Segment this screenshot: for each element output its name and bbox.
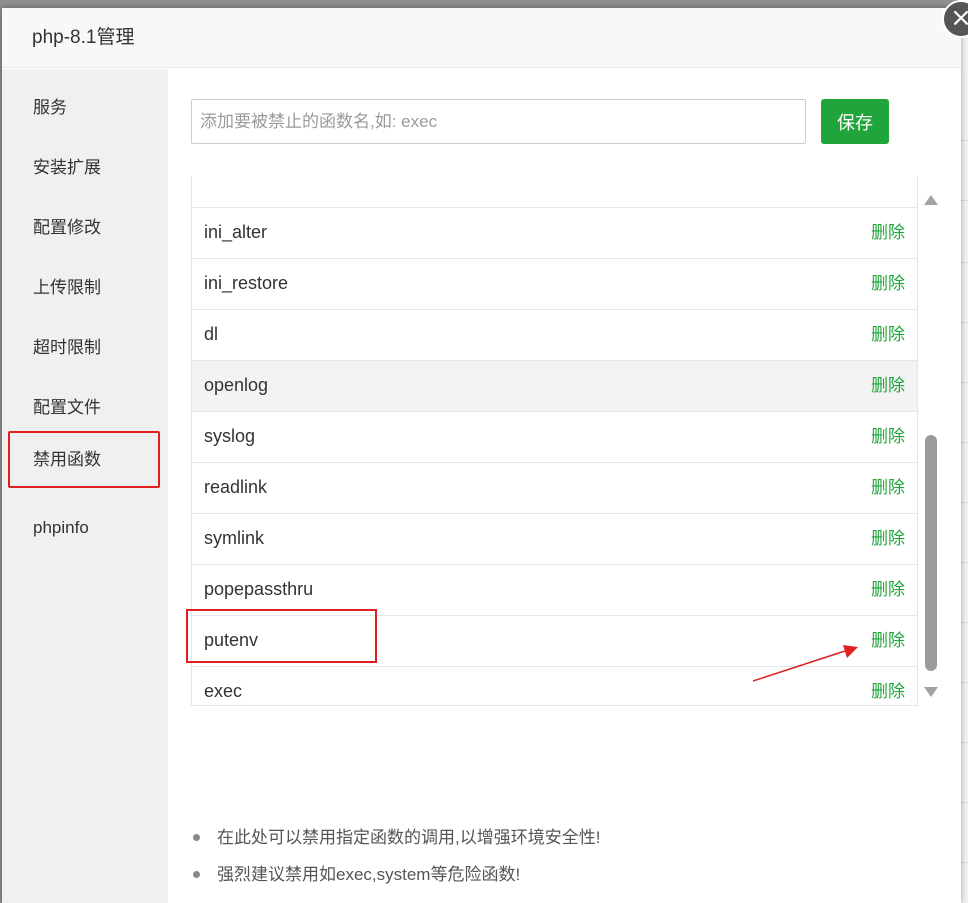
scrollbar-thumb[interactable] <box>925 435 937 671</box>
scroll-up-arrow-icon[interactable] <box>924 195 938 205</box>
bullet-icon <box>193 871 200 878</box>
delete-link[interactable]: 删除 <box>871 412 905 461</box>
sidebar-item-service[interactable]: 服务 <box>8 79 160 136</box>
delete-link[interactable]: 删除 <box>871 667 905 705</box>
delete-link[interactable]: 删除 <box>871 361 905 410</box>
sidebar-item-config-file[interactable]: 配置文件 <box>8 379 160 436</box>
function-name: openlog <box>204 375 269 395</box>
delete-link[interactable]: 删除 <box>871 208 905 257</box>
delete-link[interactable]: 删除 <box>871 514 905 563</box>
table-row: openlog 删除 <box>192 360 917 411</box>
function-name: symlink <box>204 528 265 548</box>
sidebar-item-install-extension[interactable]: 安装扩展 <box>8 139 160 196</box>
tips-list: 在此处可以禁用指定函数的调用,以增强环境安全性! 强烈建议禁用如exec,sys… <box>193 819 933 893</box>
table-row: symlink 删除 <box>192 513 917 564</box>
function-name: popepassthru <box>204 579 314 599</box>
sidebar-item-config-modify[interactable]: 配置修改 <box>8 199 160 256</box>
list-scrollbar[interactable] <box>921 189 940 709</box>
function-name: readlink <box>204 477 268 497</box>
function-name-input[interactable] <box>191 99 806 144</box>
table-row: ini_alter 删除 <box>192 207 917 258</box>
tip-item: 在此处可以禁用指定函数的调用,以增强环境安全性! <box>193 819 933 856</box>
function-name: ini_alter <box>204 222 268 242</box>
sidebar-item-upload-limit[interactable]: 上传限制 <box>8 259 160 316</box>
function-name: dl <box>204 324 219 344</box>
function-name: exec <box>204 681 243 701</box>
save-button[interactable]: 保存 <box>821 99 889 144</box>
tip-text: 在此处可以禁用指定函数的调用,以增强环境安全性! <box>217 828 601 847</box>
delete-link[interactable]: 删除 <box>871 565 905 614</box>
table-row <box>192 176 917 207</box>
table-row: putenv 删除 <box>192 615 917 666</box>
delete-link[interactable]: 删除 <box>871 463 905 512</box>
function-name: ini_restore <box>204 273 289 293</box>
sidebar-item-disabled-functions[interactable]: 禁用函数 <box>8 431 160 488</box>
function-name: syslog <box>204 426 256 446</box>
dialog-title: php-8.1管理 <box>32 27 135 48</box>
delete-link[interactable]: 删除 <box>871 616 905 665</box>
disabled-functions-list: ini_alter 删除 ini_restore 删除 dl 删除 openlo… <box>191 176 918 706</box>
php-manager-dialog: php-8.1管理 × 服务 安装扩展 配置修改 上传限制 超时限制 配置文件 … <box>2 0 968 903</box>
sidebar: 服务 安装扩展 配置修改 上传限制 超时限制 配置文件 禁用函数 phpinfo <box>2 69 168 903</box>
tip-item: 强烈建议禁用如exec,system等危险函数! <box>193 856 933 893</box>
delete-link[interactable]: 删除 <box>871 259 905 308</box>
table-row: readlink 删除 <box>192 462 917 513</box>
sidebar-item-timeout-limit[interactable]: 超时限制 <box>8 319 160 376</box>
table-row: popepassthru 删除 <box>192 564 917 615</box>
table-row: dl 删除 <box>192 309 917 360</box>
sidebar-item-phpinfo[interactable]: phpinfo <box>8 499 160 556</box>
table-row: ini_restore 删除 <box>192 258 917 309</box>
bullet-icon <box>193 834 200 841</box>
tip-text: 强烈建议禁用如exec,system等危险函数! <box>217 865 521 884</box>
main-content: 保存 ini_alter 删除 ini_restore 删除 dl 删除 ope… <box>168 69 961 903</box>
function-name: putenv <box>204 630 259 650</box>
dialog-header: php-8.1管理 <box>2 8 961 68</box>
table-row: syslog 删除 <box>192 411 917 462</box>
scroll-down-arrow-icon[interactable] <box>924 687 938 697</box>
table-row: exec 删除 <box>192 666 917 705</box>
delete-link[interactable]: 删除 <box>871 310 905 359</box>
